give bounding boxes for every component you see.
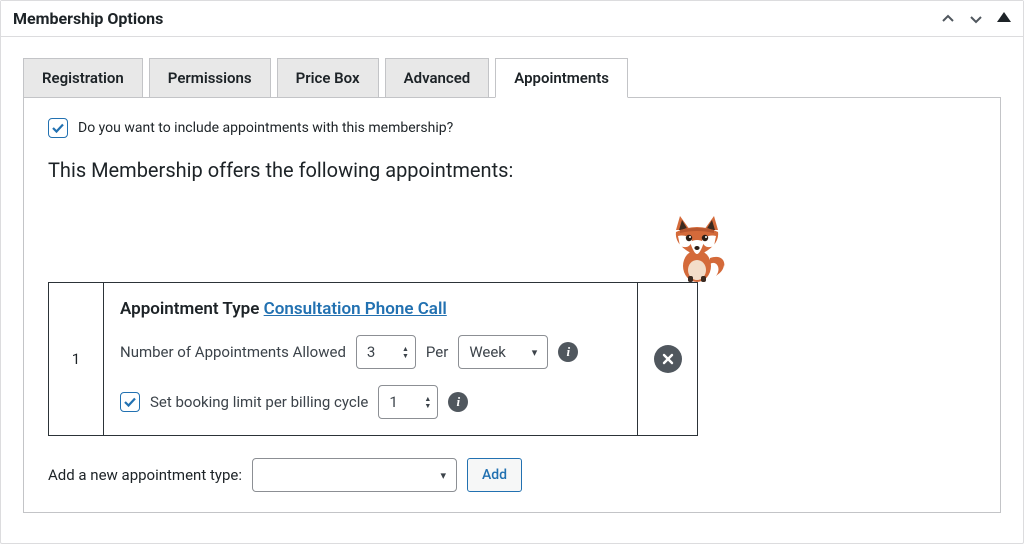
add-button[interactable]: Add [467, 458, 522, 492]
allowed-count-value: 3 [367, 343, 375, 361]
move-up-icon[interactable] [941, 12, 955, 26]
include-appointments-label: Do you want to include appointments with… [78, 120, 453, 136]
per-label: Per [426, 343, 448, 361]
stepper-icon: ▲▼ [424, 396, 431, 409]
add-button-label: Add [482, 467, 507, 483]
tab-price-box[interactable]: Price Box [277, 58, 379, 98]
table-row: 1 Appointment Type Consultation Phone Ca… [49, 283, 698, 436]
row-content: Appointment Type Consultation Phone Call… [104, 283, 638, 436]
per-select[interactable]: Week ▾ [458, 335, 548, 369]
row-title: Appointment Type Consultation Phone Call [120, 299, 621, 319]
tab-label: Registration [42, 69, 124, 87]
per-select-value: Week [469, 343, 506, 361]
stepper-icon: ▲▼ [402, 346, 409, 359]
delete-row-button[interactable] [654, 345, 682, 373]
info-icon[interactable]: i [558, 342, 578, 362]
offers-heading: This Membership offers the following app… [48, 158, 976, 182]
tab-label: Permissions [168, 69, 252, 87]
chevron-down-icon: ▾ [440, 469, 446, 482]
booking-limit-checkbox[interactable] [120, 392, 140, 412]
add-appointment-row: Add a new appointment type: ▾ Add [48, 458, 976, 492]
tab-permissions[interactable]: Permissions [149, 58, 271, 98]
tabs-row: Registration Permissions Price Box Advan… [23, 57, 1001, 97]
tab-panel-appointments: Do you want to include appointments with… [23, 97, 1001, 513]
tab-advanced[interactable]: Advanced [385, 58, 490, 98]
info-icon[interactable]: i [448, 392, 468, 412]
booking-limit-value: 1 [389, 393, 397, 411]
collapse-toggle-icon[interactable] [997, 12, 1011, 22]
tab-registration[interactable]: Registration [23, 58, 143, 98]
metabox-title: Membership Options [13, 9, 163, 28]
appointment-type-label: Appointment Type [120, 299, 259, 319]
tab-label: Advanced [404, 69, 471, 87]
booking-limit-input[interactable]: 1 ▲▼ [378, 385, 438, 419]
membership-options-metabox: Membership Options Registration Permissi… [0, 0, 1024, 544]
appointment-type-link[interactable]: Consultation Phone Call [264, 299, 447, 319]
row-index: 1 [49, 283, 104, 436]
booking-limit-label: Set booking limit per billing cycle [150, 393, 368, 411]
include-appointments-row: Do you want to include appointments with… [48, 118, 976, 138]
appointments-table: 1 Appointment Type Consultation Phone Ca… [48, 282, 698, 436]
tab-label: Appointments [514, 69, 609, 87]
tab-label: Price Box [296, 69, 360, 87]
add-appointment-select[interactable]: ▾ [252, 458, 457, 492]
metabox-body: Registration Permissions Price Box Advan… [1, 37, 1023, 543]
booking-limit-row: Set booking limit per billing cycle 1 ▲▼… [120, 385, 621, 419]
allowed-label: Number of Appointments Allowed [120, 343, 346, 361]
tab-appointments[interactable]: Appointments [495, 58, 628, 98]
allowed-row: Number of Appointments Allowed 3 ▲▼ Per … [120, 335, 621, 369]
appointments-table-wrap: 1 Appointment Type Consultation Phone Ca… [48, 282, 698, 436]
move-down-icon[interactable] [969, 12, 983, 26]
chevron-down-icon: ▾ [532, 346, 538, 359]
add-appointment-label: Add a new appointment type: [48, 466, 242, 484]
allowed-count-input[interactable]: 3 ▲▼ [356, 335, 416, 369]
metabox-header: Membership Options [1, 1, 1023, 37]
row-delete-cell [638, 283, 698, 436]
include-appointments-checkbox[interactable] [48, 118, 68, 138]
metabox-actions [941, 12, 1011, 26]
fox-mascot-icon [666, 210, 728, 282]
